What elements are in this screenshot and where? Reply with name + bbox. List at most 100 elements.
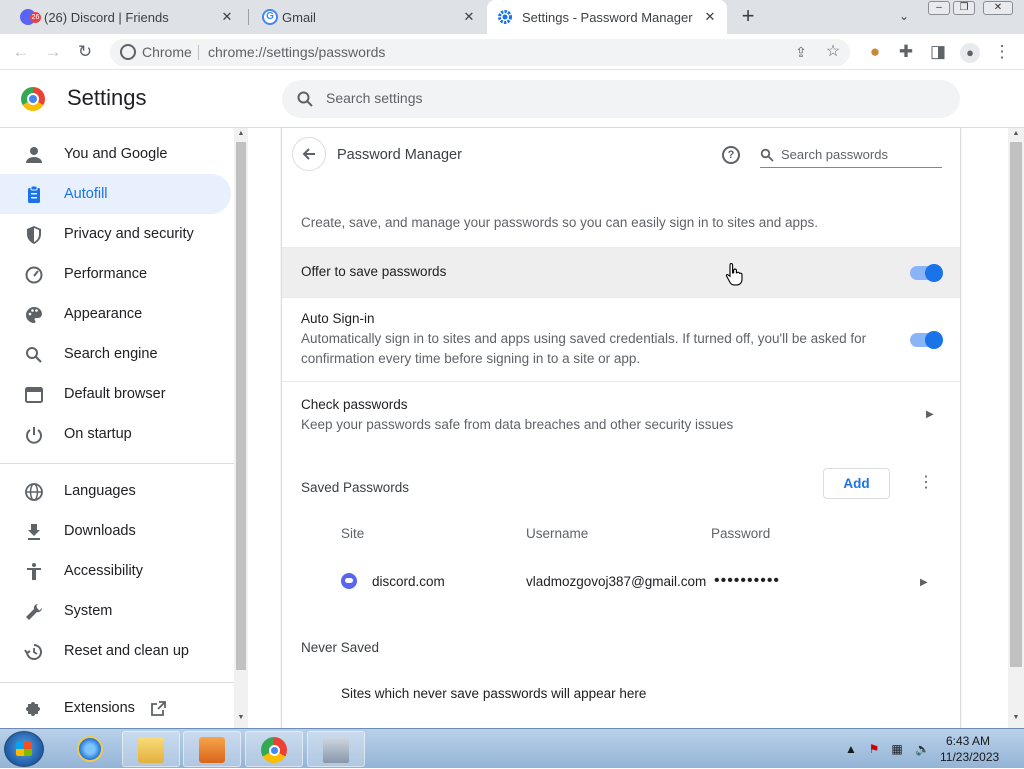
share-icon[interactable]: ⇪: [792, 43, 810, 61]
start-button[interactable]: [4, 731, 44, 767]
sidebar-item-downloads[interactable]: Downloads: [0, 511, 231, 551]
forward-arrow-icon[interactable]: →: [44, 43, 62, 61]
sidebar-item-languages[interactable]: Languages: [0, 471, 231, 511]
new-tab-button[interactable]: +: [737, 5, 759, 28]
sidebar-item-default-browser[interactable]: Default browser: [0, 374, 231, 414]
browser-window-icon: [25, 387, 43, 403]
sidebar-item-label: Privacy and security: [64, 226, 194, 242]
url-text[interactable]: chrome://settings/passwords: [208, 44, 385, 60]
sidebar-item-performance[interactable]: Performance: [0, 254, 231, 294]
search-placeholder: Search passwords: [781, 147, 888, 162]
tab-strip: 26 (26) Discord | Friends ✕ G Gmail ✕ Se…: [0, 0, 1024, 34]
saved-passwords-heading: Saved Passwords: [301, 480, 410, 495]
globe-icon: [25, 483, 43, 501]
tab-divider: [248, 9, 249, 25]
tab-gmail[interactable]: G Gmail ✕: [250, 0, 486, 34]
chrome-icon-center: [269, 745, 280, 756]
chrome-site-icon[interactable]: [120, 44, 136, 60]
search-passwords-input[interactable]: Search passwords: [760, 144, 942, 168]
scroll-down-arrow-icon[interactable]: ▼: [236, 714, 246, 721]
settings-search-input[interactable]: Search settings: [282, 80, 960, 118]
close-window-button[interactable]: ✕: [983, 1, 1013, 15]
search-icon: [297, 91, 313, 107]
taskbar-app-media[interactable]: [183, 731, 241, 767]
cookie-extension-icon[interactable]: ●: [866, 43, 884, 61]
tab-search-icon[interactable]: ⌄: [896, 9, 912, 25]
scroll-down-arrow-icon[interactable]: ▼: [1011, 714, 1021, 721]
scroll-up-arrow-icon[interactable]: ▲: [1011, 130, 1021, 137]
taskbar-app-chrome[interactable]: [245, 731, 303, 767]
add-password-button[interactable]: Add: [823, 468, 890, 499]
back-button[interactable]: [292, 137, 326, 171]
notification-badge: 26: [30, 12, 41, 23]
offer-to-save-toggle[interactable]: [910, 264, 943, 282]
saved-password: ••••••••••: [714, 572, 781, 589]
check-passwords-row[interactable]: Check passwords Keep your passwords safe…: [282, 381, 960, 447]
taskbar-app-ie[interactable]: [62, 731, 120, 767]
minimize-button[interactable]: –: [928, 1, 950, 15]
sidebar-item-label: Autofill: [64, 186, 108, 202]
setting-label: Auto Sign-in: [301, 311, 375, 326]
setting-sublabel: Keep your passwords safe from data breac…: [301, 417, 734, 432]
more-actions-icon[interactable]: ⋮: [918, 474, 934, 494]
bookmark-star-icon[interactable]: ☆: [824, 43, 842, 61]
sidebar-item-search-engine[interactable]: Search engine: [0, 334, 231, 374]
search-icon: [26, 347, 42, 363]
sidebar-item-reset[interactable]: Reset and clean up: [0, 631, 231, 671]
clock-date[interactable]: 11/23/2023: [940, 750, 999, 764]
open-in-new-icon: [151, 701, 166, 716]
sidebar-item-appearance[interactable]: Appearance: [0, 294, 231, 334]
chevron-right-icon[interactable]: ▶: [920, 577, 928, 588]
side-panel-icon[interactable]: ◨: [929, 43, 947, 61]
sidebar-item-on-startup[interactable]: On startup: [0, 414, 231, 454]
extensions-puzzle-icon[interactable]: ✚: [897, 43, 915, 61]
tab-settings[interactable]: Settings - Password Manager ✕: [487, 0, 727, 34]
page-scroll-thumb[interactable]: [1010, 142, 1022, 667]
auto-signin-row: Auto Sign-in Automatically sign in to si…: [282, 297, 960, 382]
close-tab-icon[interactable]: ✕: [460, 8, 478, 26]
taskbar-app-explorer[interactable]: [122, 731, 180, 767]
setting-label: Offer to save passwords: [301, 264, 447, 279]
on-screen-keyboard-icon: [323, 737, 349, 763]
tab-discord[interactable]: 26 (26) Discord | Friends ✕: [8, 0, 244, 34]
windows-taskbar: ▲ ⚑ ▦ 🔈 6:43 AM 11/23/2023: [0, 728, 1024, 768]
action-center-flag-icon[interactable]: ⚑: [867, 742, 881, 756]
sidebar-item-system[interactable]: System: [0, 591, 231, 631]
sidebar-item-extensions[interactable]: Extensions: [0, 688, 231, 728]
profile-avatar-icon[interactable]: ●: [960, 43, 980, 63]
volume-muted-icon[interactable]: 🔈: [915, 742, 930, 756]
show-hidden-icons-icon[interactable]: ▲: [844, 742, 858, 756]
help-icon[interactable]: ?: [722, 146, 740, 164]
sidebar-item-label: Extensions: [64, 700, 135, 716]
speedometer-icon: [25, 266, 43, 284]
network-icon[interactable]: ▦: [890, 742, 904, 756]
sidebar-scroll-thumb[interactable]: [236, 142, 246, 670]
page-description: Create, save, and manage your passwords …: [301, 215, 819, 230]
accessibility-icon: [27, 563, 41, 580]
sidebar-item-autofill[interactable]: Autofill: [0, 174, 231, 214]
sidebar-item-privacy[interactable]: Privacy and security: [0, 214, 231, 254]
chrome-logo-icon: [21, 87, 45, 111]
clock-time[interactable]: 6:43 AM: [946, 734, 990, 748]
sidebar-item-label: Accessibility: [64, 563, 143, 579]
clipboard-icon: [28, 185, 40, 203]
back-arrow-icon[interactable]: ←: [12, 43, 30, 61]
tab-title: Gmail: [282, 10, 316, 25]
taskbar-app-keyboard[interactable]: [307, 731, 365, 767]
page-title: Settings: [67, 85, 147, 110]
sidebar-item-label: Default browser: [64, 386, 166, 402]
close-tab-icon[interactable]: ✕: [701, 8, 719, 26]
reload-icon[interactable]: ↻: [76, 43, 94, 61]
scroll-up-arrow-icon[interactable]: ▲: [236, 130, 246, 137]
sidebar-item-label: You and Google: [64, 146, 168, 162]
address-bar[interactable]: Chrome chrome://settings/passwords ⇪ ☆: [110, 39, 850, 66]
close-tab-icon[interactable]: ✕: [218, 8, 236, 26]
restore-button[interactable]: ❐: [953, 1, 975, 15]
offer-to-save-row[interactable]: Offer to save passwords: [282, 247, 960, 297]
sidebar-item-you-and-google[interactable]: You and Google: [0, 134, 231, 174]
menu-dots-icon[interactable]: ⋮: [993, 43, 1011, 61]
sidebar-item-label: Search engine: [64, 346, 158, 362]
auto-signin-toggle[interactable]: [910, 331, 943, 349]
sidebar-item-accessibility[interactable]: Accessibility: [0, 551, 231, 591]
sidebar-item-label: Appearance: [64, 306, 143, 322]
